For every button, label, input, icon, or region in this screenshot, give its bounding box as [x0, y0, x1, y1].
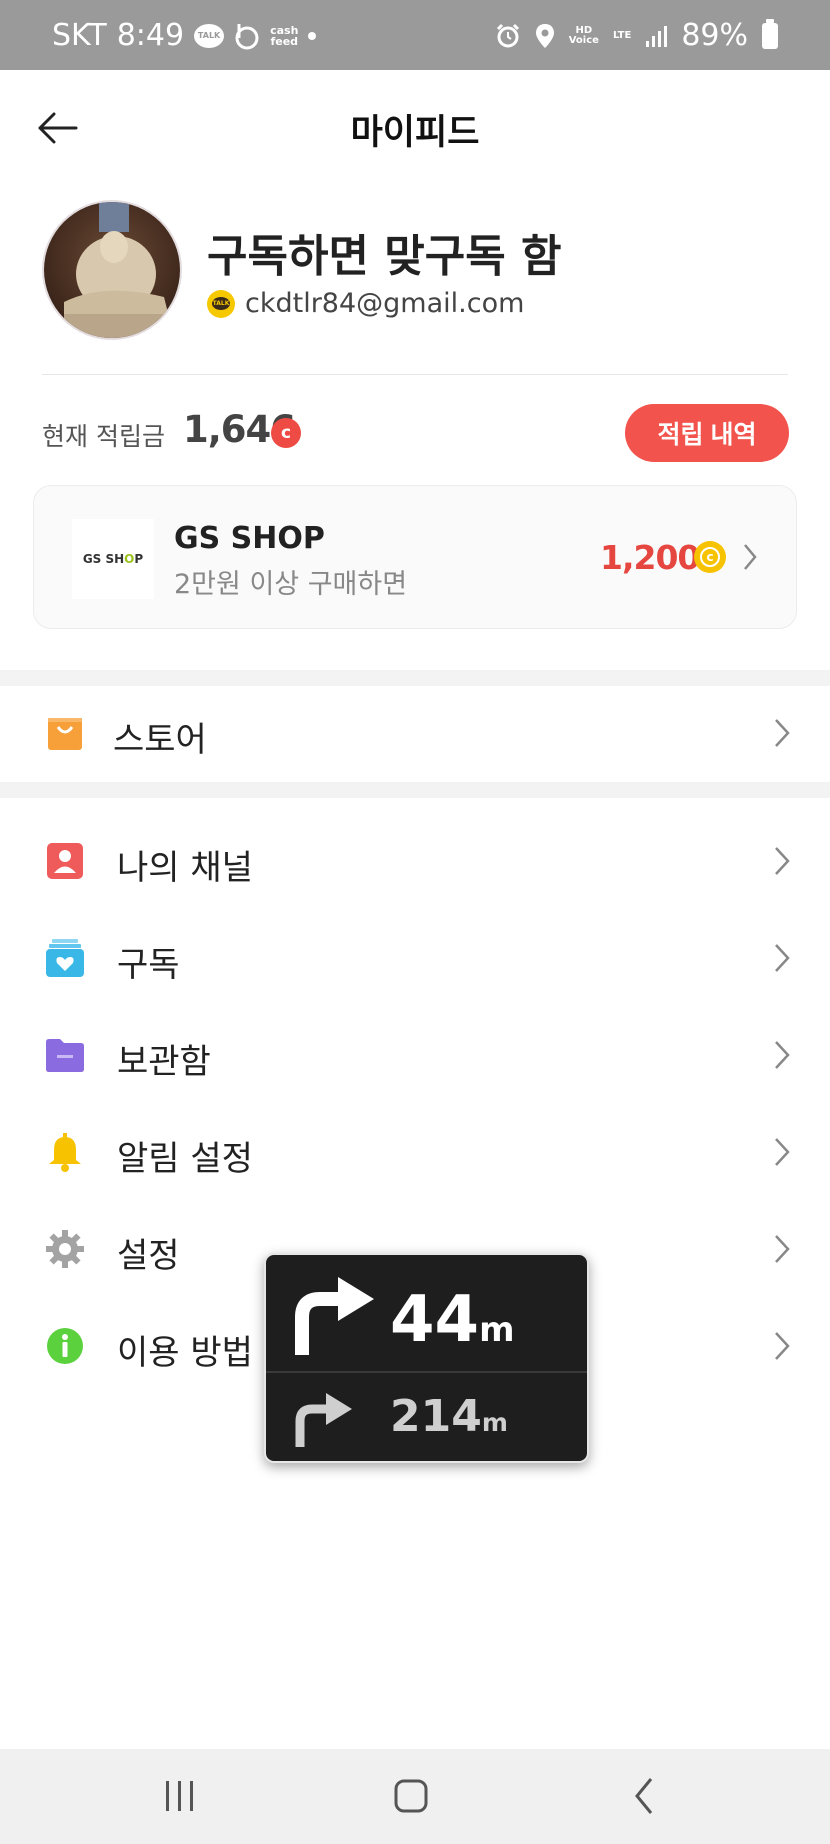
- section-divider: [0, 782, 830, 798]
- kakaotalk-badge-icon: TALK: [207, 289, 235, 318]
- gold-coin-symbol: c: [700, 547, 720, 567]
- talk-badge-text: TALK: [212, 297, 230, 310]
- avatar-pieta-image: [44, 202, 180, 338]
- menu-item-notification-settings[interactable]: 알림 설정: [0, 1105, 830, 1201]
- menu-label: 이용 방법: [117, 1333, 253, 1373]
- home-button[interactable]: [381, 1771, 441, 1821]
- distance-unit: m: [479, 1310, 515, 1350]
- carrier-label: SKT: [52, 18, 107, 53]
- alarm-icon: [495, 23, 521, 49]
- second-turn-distance: 214m: [390, 1391, 508, 1442]
- points-label: 현재 적립금: [42, 422, 165, 451]
- folder-icon: [45, 1035, 85, 1075]
- navigation-turn-overlay[interactable]: 44m 214m: [264, 1253, 589, 1463]
- b-app-icon: [234, 22, 260, 50]
- gs-shop-promo-card[interactable]: GS SH O P GS SHOP 2만원 이상 구매하면 1,200 c: [33, 485, 797, 629]
- person-icon: [45, 841, 85, 881]
- menu-label: 구독: [117, 945, 180, 985]
- info-icon: [45, 1326, 85, 1366]
- clock: 8:49: [116, 18, 185, 53]
- next-turn-distance: 44m: [390, 1283, 515, 1357]
- avatar[interactable]: [42, 200, 182, 340]
- menu-item-store[interactable]: 스토어: [0, 686, 830, 782]
- distance-unit: m: [481, 1408, 508, 1437]
- menu-item-storage[interactable]: 보관함: [0, 1008, 830, 1104]
- account-email: ckdtlr84@gmail.com: [245, 288, 525, 319]
- menu-label: 설정: [117, 1236, 180, 1276]
- menu-label: 스토어: [113, 720, 207, 760]
- recent-apps-icon: [166, 1781, 193, 1811]
- reward-amount: 1,200: [600, 538, 700, 577]
- menu-label: 나의 채널: [117, 848, 253, 888]
- chevron-right-icon: [775, 944, 790, 972]
- section-divider: [0, 670, 830, 686]
- menu-label: 보관함: [117, 1042, 211, 1082]
- distance-value: 214: [390, 1391, 482, 1442]
- status-bar: SKT 8:49 TALK cash feed HD Voice LTE 89%: [0, 0, 830, 70]
- account-row: TALK ckdtlr84@gmail.com: [207, 288, 524, 319]
- menu-item-my-channel[interactable]: 나의 채널: [0, 814, 830, 910]
- home-icon: [394, 1779, 428, 1813]
- cashfeed-icon: cash feed: [270, 23, 299, 48]
- location-icon: [535, 23, 555, 49]
- gs-shop-logo: GS SH O P: [72, 519, 154, 599]
- profile-name: 구독하면 맞구독 함: [207, 231, 562, 282]
- chevron-right-icon: [744, 544, 757, 570]
- chevron-right-icon: [775, 1332, 790, 1360]
- chevron-right-icon: [775, 847, 790, 875]
- back-chevron-icon: [635, 1778, 653, 1814]
- shopping-bag-icon: [45, 713, 85, 753]
- recent-apps-button[interactable]: [150, 1771, 210, 1821]
- menu-label: 알림 설정: [117, 1139, 253, 1179]
- lte-icon: LTE: [612, 29, 632, 41]
- kakaotalk-icon: TALK: [194, 23, 225, 48]
- signal-icon: [645, 25, 668, 47]
- turn-right-arrow-icon: [295, 1277, 374, 1355]
- battery-percent: 89%: [681, 18, 748, 53]
- back-nav-button[interactable]: [615, 1771, 675, 1821]
- page-title: 마이피드: [350, 113, 480, 153]
- battery-icon: [762, 18, 778, 49]
- chevron-right-icon: [775, 1041, 790, 1069]
- notification-dot-icon: [308, 31, 317, 40]
- logo-text: GS SH: [82, 552, 125, 566]
- chevron-right-icon: [775, 1138, 790, 1166]
- chevron-right-icon: [775, 719, 790, 747]
- gear-icon: [45, 1229, 85, 1269]
- subscription-heart-icon: [45, 938, 85, 978]
- gold-coin-icon: c: [694, 541, 726, 573]
- system-navigation-bar: [0, 1749, 830, 1844]
- distance-value: 44: [390, 1283, 480, 1357]
- chevron-right-icon: [775, 1235, 790, 1263]
- logo-text-accent: O: [124, 552, 135, 566]
- shop-name: GS SHOP: [174, 521, 325, 556]
- coin-icon: c: [271, 418, 301, 448]
- logo-text-end: P: [134, 552, 144, 566]
- menu-item-subscription[interactable]: 구독: [0, 911, 830, 1007]
- hd-voice-icon: HD Voice: [568, 24, 599, 46]
- divider: [42, 374, 788, 375]
- divider: [266, 1371, 587, 1373]
- shop-description: 2만원 이상 구매하면: [174, 569, 408, 600]
- app-header: 마이피드: [0, 70, 830, 185]
- points-history-button[interactable]: 적립 내역: [625, 404, 789, 462]
- bell-icon: [45, 1132, 85, 1172]
- turn-right-arrow-icon: [295, 1393, 352, 1447]
